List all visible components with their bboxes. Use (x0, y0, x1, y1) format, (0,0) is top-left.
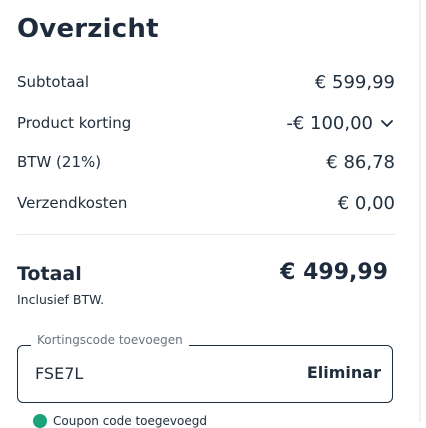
discount-code-field[interactable]: Eliminar (17, 345, 393, 403)
total-value: € 499,99 (280, 260, 388, 285)
vat-value: € 86,78 (326, 151, 395, 173)
shipping-value: € 0,00 (337, 192, 395, 214)
discount-code-input[interactable] (35, 364, 295, 383)
product-discount-value-group[interactable]: -€ 100,00 (286, 113, 395, 134)
product-discount-row[interactable]: Product korting -€ 100,00 (17, 111, 395, 135)
order-summary-panel: Overzicht Subtotaal € 599,99 Product kor… (0, 0, 419, 428)
subtotal-label: Subtotaal (17, 73, 90, 91)
shipping-label: Verzendkosten (17, 194, 128, 212)
remove-discount-button[interactable]: Eliminar (307, 363, 381, 382)
total-label: Totaal (17, 263, 82, 285)
subtotal-row: Subtotaal € 599,99 (17, 70, 395, 94)
chevron-down-icon[interactable] (379, 115, 395, 131)
summary-divider (17, 234, 395, 235)
product-discount-label: Product korting (17, 114, 132, 132)
discount-code-legend: Kortingscode toevoegen (31, 333, 189, 347)
check-circle-icon (33, 414, 47, 428)
tax-included-note: Inclusief BTW. (17, 292, 105, 307)
shipping-row: Verzendkosten € 0,00 (17, 191, 395, 215)
subtotal-value: € 599,99 (314, 71, 395, 93)
vat-row: BTW (21%) € 86,78 (17, 150, 395, 174)
summary-title: Overzicht (17, 14, 159, 44)
product-discount-value: -€ 100,00 (286, 112, 373, 134)
panel-edge (419, 0, 421, 422)
vat-label: BTW (21%) (17, 153, 102, 171)
discount-status-text: Coupon code toegevoegd (53, 414, 207, 428)
discount-status: Coupon code toegevoegd (33, 414, 207, 428)
